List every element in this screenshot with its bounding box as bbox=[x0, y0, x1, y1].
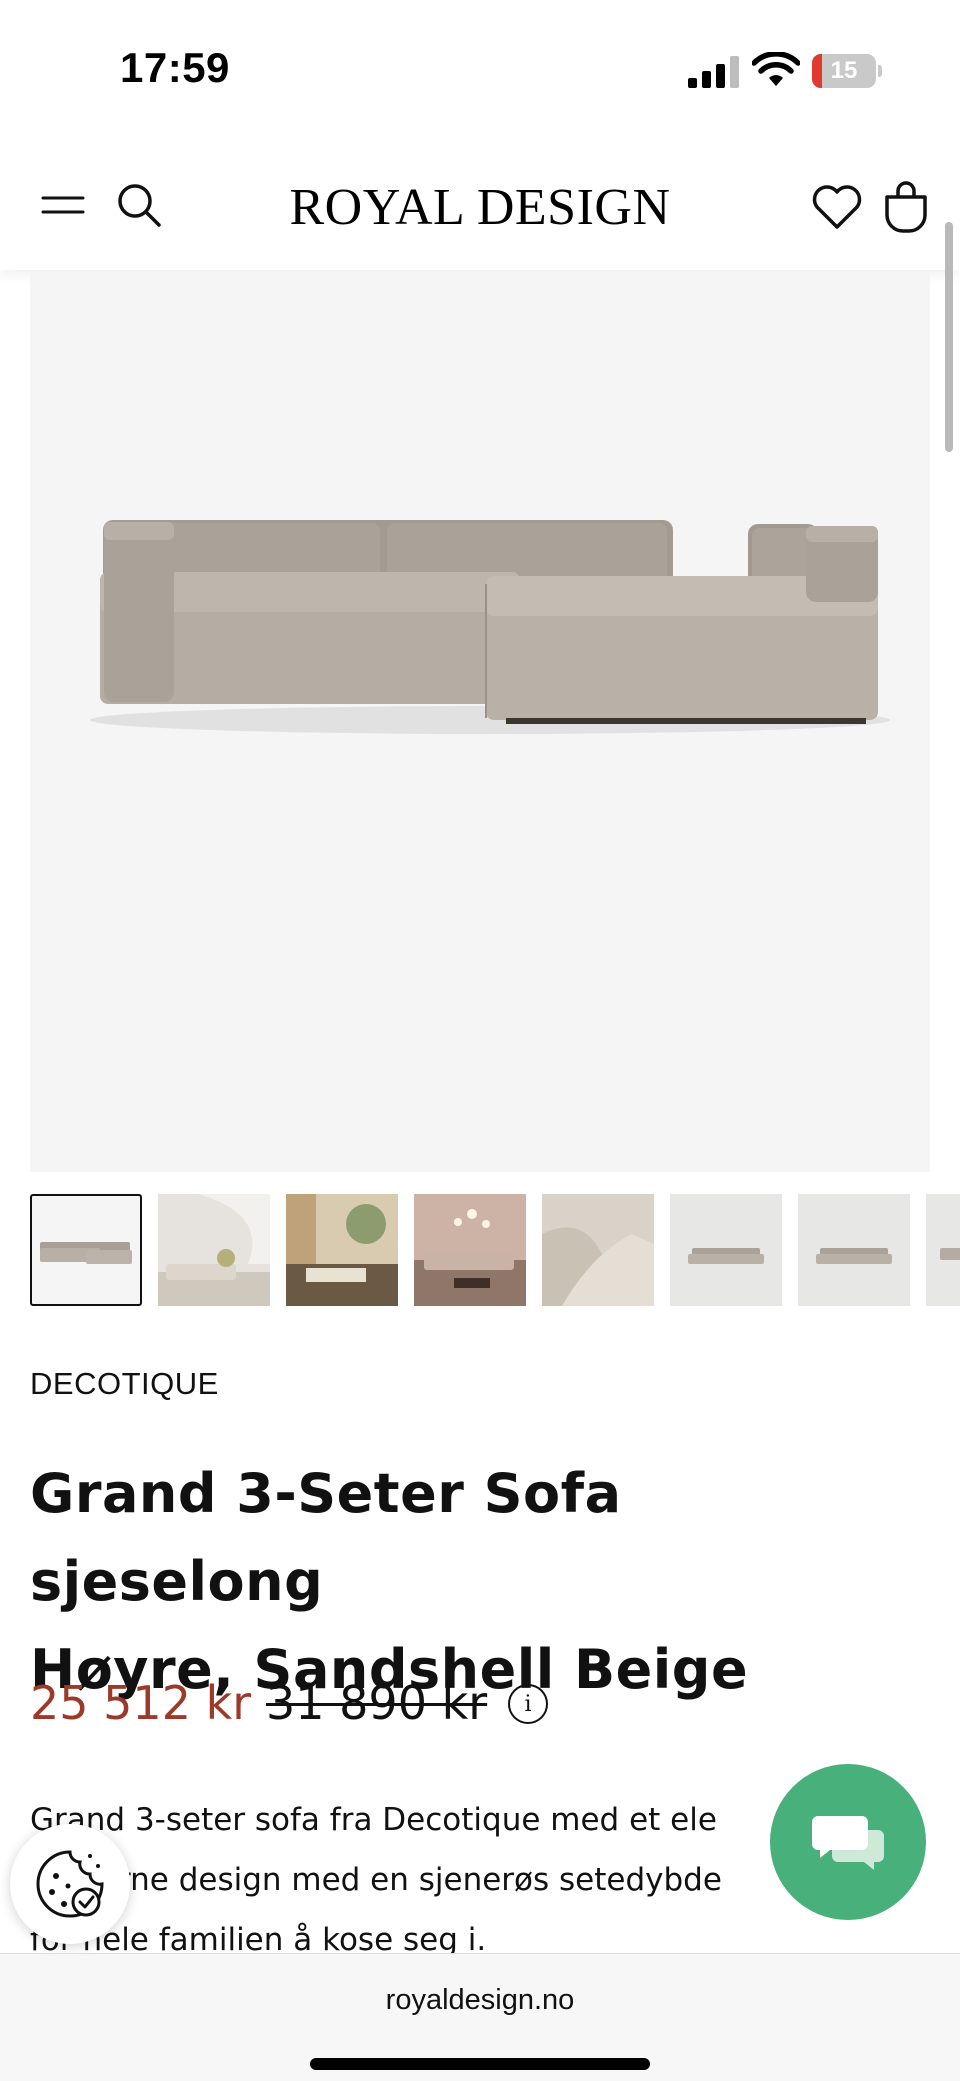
sofa-product-image bbox=[798, 1194, 910, 1306]
site-header: ROYAL DESIGN bbox=[0, 150, 960, 270]
status-time: 17:59 bbox=[120, 44, 230, 91]
wifi-icon bbox=[752, 52, 800, 86]
thumbnail-1[interactable] bbox=[30, 1194, 142, 1306]
product-description: Grand 3-seter sofa fra Decotique med et … bbox=[30, 1790, 830, 1970]
thumbnail-4[interactable] bbox=[414, 1194, 526, 1306]
info-icon: i bbox=[524, 1691, 532, 1717]
sale-price: 25 512 kr bbox=[30, 1676, 252, 1730]
browser-bottom-bar: royaldesign.no bbox=[0, 1953, 960, 2081]
product-brand[interactable]: DECOTIQUE bbox=[30, 1366, 219, 1402]
sofa-chaise-image bbox=[90, 520, 890, 734]
living-room-photo bbox=[158, 1194, 270, 1306]
status-bar: 17:59 15 bbox=[0, 0, 960, 130]
living-room-photo bbox=[414, 1194, 526, 1306]
chat-button[interactable] bbox=[770, 1764, 926, 1920]
home-indicator[interactable] bbox=[310, 2058, 650, 2070]
thumbnail-strip[interactable] bbox=[30, 1194, 960, 1310]
description-line: moderne design med en sjenerøs setedybde bbox=[30, 1862, 722, 1898]
cart-button[interactable] bbox=[878, 176, 934, 236]
sofa-product-image bbox=[670, 1194, 782, 1306]
description-line: Grand 3-seter sofa fra Decotique med et … bbox=[30, 1802, 717, 1838]
sofa-thumbnail-icon bbox=[40, 1242, 132, 1264]
price-info-button[interactable]: i bbox=[508, 1684, 548, 1724]
thumbnail-2[interactable] bbox=[158, 1194, 270, 1306]
product-title: Grand 3-Seter Sofa sjeselong Høyre, Sand… bbox=[30, 1450, 930, 1714]
cookie-icon bbox=[36, 1850, 104, 1918]
thumbnail-8[interactable] bbox=[926, 1194, 960, 1306]
thumbnail-6[interactable] bbox=[670, 1194, 782, 1306]
browser-url[interactable]: royaldesign.no bbox=[0, 1984, 960, 2017]
living-room-photo bbox=[286, 1194, 398, 1306]
battery-tip bbox=[878, 65, 882, 77]
heart-icon bbox=[812, 185, 862, 229]
thumbnail-5[interactable] bbox=[542, 1194, 654, 1306]
original-price: 31 890 kr bbox=[266, 1676, 488, 1730]
chat-bubbles-icon bbox=[812, 1816, 884, 1870]
battery-level-text: 15 bbox=[830, 57, 858, 84]
page-scrollbar[interactable] bbox=[945, 222, 953, 452]
cookie-settings-button[interactable] bbox=[10, 1824, 130, 1944]
cellular-signal-icon bbox=[688, 56, 739, 88]
product-main-image[interactable] bbox=[30, 272, 930, 1172]
battery-icon: 15 bbox=[812, 54, 876, 88]
product-title-line-1: Grand 3-Seter Sofa sjeselong bbox=[30, 1462, 622, 1613]
shopping-bag-icon bbox=[885, 181, 927, 233]
favorites-button[interactable] bbox=[808, 180, 866, 234]
thumbnail-7[interactable] bbox=[798, 1194, 910, 1306]
thumbnail-3[interactable] bbox=[286, 1194, 398, 1306]
fabric-detail-photo bbox=[542, 1194, 654, 1306]
sofa-product-image bbox=[926, 1194, 960, 1306]
